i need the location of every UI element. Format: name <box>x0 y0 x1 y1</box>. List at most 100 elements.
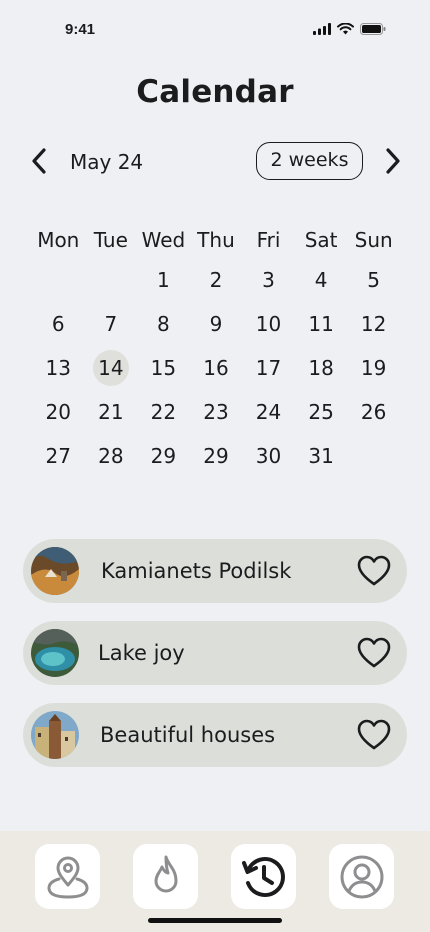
calendar-day[interactable]: 14 <box>85 350 138 386</box>
place-card-kamianets[interactable]: Kamianets Podilsk <box>23 539 407 603</box>
calendar-day-number: 23 <box>203 400 229 424</box>
map-pin-icon <box>46 856 89 899</box>
calendar-day[interactable]: 16 <box>190 356 243 380</box>
calendar-day[interactable]: 21 <box>85 400 138 424</box>
calendar-day[interactable]: 8 <box>137 312 190 336</box>
calendar-day[interactable]: 17 <box>242 356 295 380</box>
calendar-day[interactable]: 19 <box>347 356 400 380</box>
calendar-day[interactable]: 9 <box>190 312 243 336</box>
weekday-label: Sun <box>354 228 393 252</box>
flame-icon <box>154 855 177 892</box>
calendar-day[interactable]: 22 <box>137 400 190 424</box>
calendar-day[interactable]: 6 <box>32 312 85 336</box>
calendar-day[interactable]: 29 <box>137 444 190 468</box>
tab-trending[interactable] <box>133 844 198 909</box>
heart-icon[interactable] <box>357 719 391 751</box>
calendar-day-number: 18 <box>308 356 334 380</box>
calendar-day-number: 25 <box>308 400 334 424</box>
weekday-header-row: Mon Tue Wed Thu Fri Sat Sun <box>32 222 400 258</box>
calendar-grid: Mon Tue Wed Thu Fri Sat Sun 1 2 3 4 5 6 7 8 9 10 1… <box>32 222 400 478</box>
place-name: Kamianets Podilsk <box>101 559 292 583</box>
chevron-left-icon[interactable] <box>26 146 52 176</box>
calendar-day[interactable]: 29 <box>190 444 243 468</box>
tab-map[interactable] <box>35 844 100 909</box>
calendar-day-number: 6 <box>51 312 65 336</box>
cellular-signal-icon <box>313 23 331 35</box>
place-thumbnail <box>31 629 79 677</box>
calendar-day[interactable]: 11 <box>295 312 348 336</box>
calendar-day[interactable]: 15 <box>137 356 190 380</box>
calendar-day[interactable]: 20 <box>32 400 85 424</box>
weekday-label: Mon <box>37 228 80 252</box>
calendar-day[interactable]: 5 <box>347 268 400 292</box>
home-indicator <box>148 918 282 923</box>
heart-icon[interactable] <box>357 637 391 669</box>
calendar-day-number: 29 <box>150 444 177 468</box>
calendar-week-row: 20 21 22 23 24 25 26 <box>32 390 400 434</box>
calendar-day-number: 2 <box>209 268 223 292</box>
calendar-day-number: 4 <box>314 268 328 292</box>
calendar-day[interactable]: 26 <box>347 400 400 424</box>
calendar-day-number: 21 <box>98 400 124 424</box>
calendar-weeks: 1 2 3 4 5 6 7 8 9 10 11 12 13 14 15 16 17 18 19 20 21 22 23 24 2… <box>32 258 400 478</box>
calendar-day-number: 10 <box>255 312 282 336</box>
calendar-day-number: 7 <box>104 312 118 336</box>
weekday-label: Wed <box>141 228 186 252</box>
calendar-day-number: 11 <box>308 312 334 336</box>
calendar-day-number: 28 <box>98 444 124 468</box>
calendar-day[interactable]: 18 <box>295 356 348 380</box>
status-bar: 9:41 <box>0 0 430 60</box>
place-thumbnail <box>31 711 79 759</box>
wifi-icon <box>337 23 354 35</box>
calendar-day[interactable]: 4 <box>295 268 348 292</box>
calendar-day-number: 5 <box>367 268 381 292</box>
battery-icon <box>360 23 386 35</box>
history-icon <box>241 856 285 897</box>
calendar-day-number: 31 <box>308 444 334 468</box>
heart-icon[interactable] <box>357 555 391 587</box>
place-card-lake-joy[interactable]: Lake joy <box>23 621 407 685</box>
calendar-day-number: 9 <box>209 312 223 336</box>
weekday-label: Fri <box>256 228 281 252</box>
calendar-day[interactable]: 12 <box>347 312 400 336</box>
status-icons <box>313 23 386 35</box>
calendar-day-number: 27 <box>45 444 71 468</box>
range-toggle-button[interactable]: 2 weeks <box>256 142 363 180</box>
calendar-day-number: 15 <box>150 356 177 380</box>
chevron-right-icon[interactable] <box>380 146 406 176</box>
calendar-day-number: 20 <box>45 400 71 424</box>
calendar-day-number: 24 <box>255 400 282 424</box>
tab-history[interactable] <box>231 844 296 909</box>
tab-profile[interactable] <box>329 844 394 909</box>
calendar-day-number: 29 <box>203 444 229 468</box>
place-name: Beautiful houses <box>100 723 276 747</box>
calendar-day-number: 12 <box>360 312 387 336</box>
calendar-day[interactable]: 28 <box>85 444 138 468</box>
calendar-day[interactable]: 25 <box>295 400 348 424</box>
calendar-day-number: 17 <box>255 356 282 380</box>
month-navigation: May 24 2 weeks <box>0 140 430 184</box>
calendar-day-number: 22 <box>150 400 177 424</box>
calendar-day[interactable]: 2 <box>190 268 243 292</box>
calendar-day[interactable]: 10 <box>242 312 295 336</box>
calendar-day-number: 19 <box>360 356 387 380</box>
calendar-day[interactable]: 23 <box>190 400 243 424</box>
calendar-day[interactable]: 13 <box>32 356 85 380</box>
calendar-day-number: 14 <box>98 356 124 380</box>
calendar-day[interactable]: 30 <box>242 444 295 468</box>
calendar-day[interactable]: 1 <box>137 268 190 292</box>
calendar-day[interactable]: 7 <box>85 312 138 336</box>
calendar-day[interactable]: 3 <box>242 268 295 292</box>
calendar-day-number: 16 <box>203 356 229 380</box>
weekday-label: Thu <box>197 228 235 252</box>
calendar-day[interactable]: 24 <box>242 400 295 424</box>
place-card-beautiful-houses[interactable]: Beautiful houses <box>23 703 407 767</box>
calendar-day[interactable]: 31 <box>295 444 348 468</box>
calendar-day-number: 30 <box>255 444 282 468</box>
calendar-day[interactable]: 27 <box>32 444 85 468</box>
calendar-week-row: 1 2 3 4 5 <box>32 258 400 302</box>
calendar-day-number: 26 <box>360 400 387 424</box>
calendar-day-number: 8 <box>157 312 170 336</box>
calendar-day-number: 1 <box>157 268 170 292</box>
page-title: Calendar <box>136 74 294 110</box>
